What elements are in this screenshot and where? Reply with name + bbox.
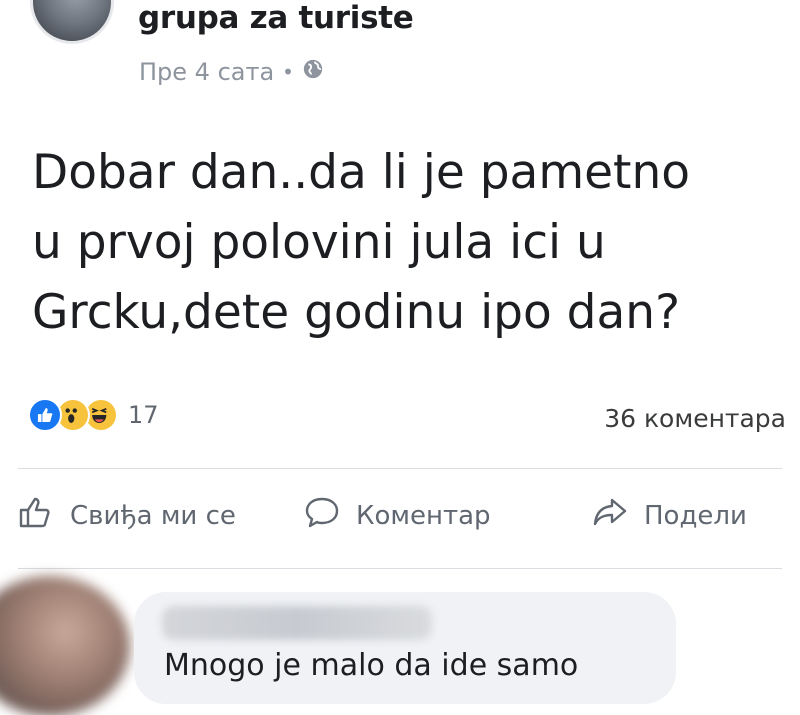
thumbs-up-icon: [16, 492, 56, 539]
reactions-summary[interactable]: 17: [28, 398, 159, 432]
comment-text: Mnogo je malo da ide samo: [164, 648, 579, 683]
meta-separator: •: [282, 60, 294, 84]
post-text: Dobar dan..da li je pametno u prvoj polo…: [32, 145, 690, 340]
speech-bubble-icon: [302, 492, 342, 539]
reaction-count: 17: [128, 401, 159, 429]
post-time[interactable]: Пре 4 сата: [139, 58, 274, 86]
divider: [18, 568, 782, 569]
commenter-avatar[interactable]: [0, 576, 130, 715]
globe-icon: [302, 58, 324, 86]
divider: [18, 468, 782, 469]
share-arrow-icon: [590, 492, 630, 539]
group-avatar[interactable]: [30, 0, 114, 44]
comment-button[interactable]: Коментар: [302, 492, 491, 539]
post-actions-bar: Свиђа ми се Коментар Подели: [0, 492, 800, 552]
like-reaction-icon: [28, 398, 62, 432]
share-label: Подели: [644, 500, 747, 531]
share-button[interactable]: Подели: [590, 492, 747, 539]
post-meta: Пре 4 сата •: [139, 58, 324, 86]
like-label: Свиђа ми се: [70, 500, 236, 531]
comment-bubble: Mnogo je malo da ide samo: [134, 592, 676, 704]
group-name-link[interactable]: grupa za turiste: [138, 0, 414, 36]
comment-label: Коментар: [356, 500, 491, 531]
comments-count-link[interactable]: 36 коментара: [604, 404, 786, 433]
comment-author-name-redacted[interactable]: [162, 606, 432, 640]
like-button[interactable]: Свиђа ми се: [16, 492, 236, 539]
